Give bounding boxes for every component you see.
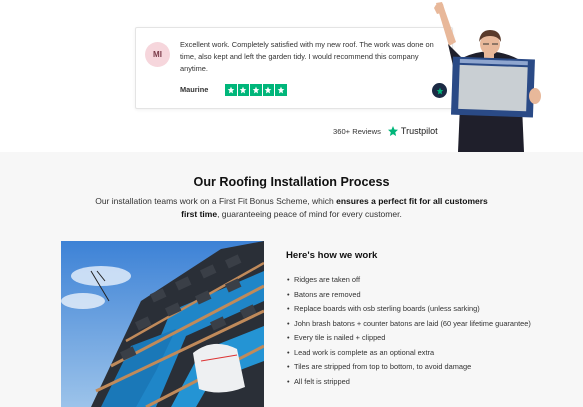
person-holding-certificate-image (434, 2, 541, 152)
review-card: MI Excellent work. Completely satisfied … (135, 27, 453, 109)
list-item: Lead work is complete as an optional ext… (287, 346, 537, 361)
review-text: Excellent work. Completely satisfied wit… (180, 40, 434, 73)
how-we-work-heading: Here's how we work (286, 250, 378, 261)
reviewer-name: Maurine (180, 85, 209, 94)
list-item: Ridges are taken off (287, 273, 537, 288)
star-icon (237, 84, 249, 96)
section-title: Our Roofing Installation Process (193, 175, 390, 189)
list-item: All felt is stripped (287, 375, 537, 390)
reviews-count: 360+ Reviews (333, 126, 381, 136)
avatar: MI (145, 42, 170, 67)
process-section: Our Roofing Installation Process Our ins… (0, 152, 583, 407)
list-item: Every tile is nailed + clipped (287, 331, 537, 346)
trustpilot-summary[interactable]: 360+ Reviews Trustpilot (333, 125, 438, 137)
review-section: MI Excellent work. Completely satisfied … (0, 0, 583, 152)
list-item: Tiles are stripped from top to bottom, t… (287, 360, 537, 375)
roof-installation-photo (61, 241, 264, 407)
section-subtitle: Our installation teams work on a First F… (95, 196, 488, 219)
star-rating (225, 84, 287, 96)
list-item: Batons are removed (287, 288, 537, 303)
star-icon (250, 84, 262, 96)
list-item: John brash batons + counter batons are l… (287, 317, 537, 332)
star-icon (262, 84, 274, 96)
list-item: Replace boards with osb sterling boards … (287, 302, 537, 317)
star-icon (275, 84, 287, 96)
trustpilot-logo[interactable]: Trustpilot (387, 125, 438, 137)
star-icon (225, 84, 237, 96)
steps-list: Ridges are taken off Batons are removed … (287, 273, 537, 389)
trustpilot-star-icon (387, 126, 398, 136)
